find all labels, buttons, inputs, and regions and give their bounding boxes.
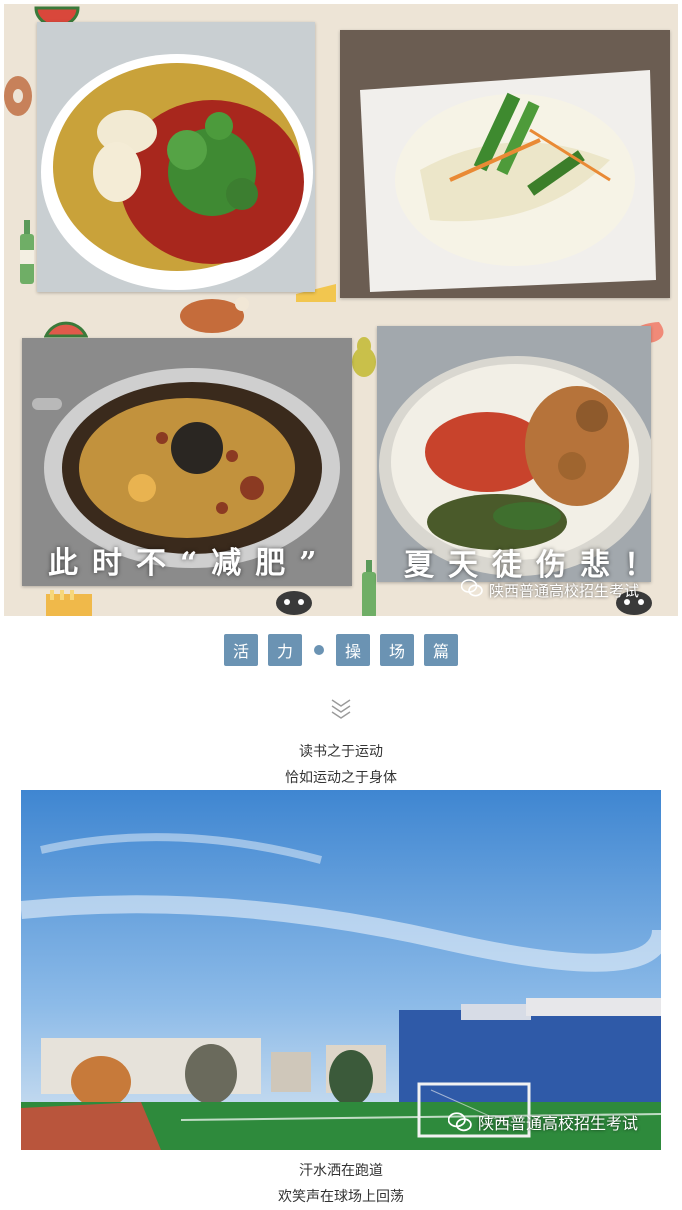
donut-doodle — [4, 74, 38, 122]
outro-line-2: 欢笑声在球场上回荡 — [278, 1189, 404, 1205]
outro-line-1: 汗水洒在跑道 — [299, 1163, 383, 1179]
tab-char-1: 活 — [224, 634, 258, 666]
tab-char-2: 力 — [268, 634, 302, 666]
tab-char-3: 操 — [336, 634, 370, 666]
tab-char-5: 篇 — [424, 634, 458, 666]
noodle-soup-photo — [37, 22, 315, 292]
intro-line-1: 读书之于运动 — [299, 744, 383, 760]
field-watermark: 陕西普通高校招生考试 — [448, 1110, 638, 1134]
section-title-tabs: 活 力 操 场 篇 — [0, 634, 682, 666]
cow-doodle — [274, 590, 314, 616]
food-collage-image: 此时不“减肥” 夏天徒伤悲！ 陕西普通高校招生考试 — [4, 4, 678, 616]
chicken-doodle — [178, 294, 252, 338]
bottle-doodle — [18, 220, 36, 290]
watermark-text: 陕西普通高校招生考试 — [478, 1114, 639, 1133]
collage-caption-right: 夏天徒伤悲！ — [404, 548, 668, 583]
double-chevron-down-icon — [330, 697, 352, 721]
sports-field-photo: 陕西普通高校招生考试 — [21, 790, 661, 1150]
watermelon-doodle — [43, 304, 89, 342]
separator-dot — [314, 645, 324, 655]
watermark-text: 陕西普通高校招生考试 — [489, 581, 640, 600]
bottle-doodle — [360, 560, 378, 616]
article-page: 此时不“减肥” 夏天徒伤悲！ 陕西普通高校招生考试 活 力 操 场 篇 读书之于… — [0, 0, 682, 1210]
cold-noodles-photo — [340, 30, 670, 298]
fries-doodle — [44, 590, 94, 616]
collage-watermark: 陕西普通高校招生考试 — [460, 579, 640, 601]
intro-line-2: 恰如运动之于身体 — [285, 770, 397, 786]
wechat-icon — [460, 579, 483, 601]
wechat-icon — [448, 1112, 472, 1132]
tab-char-4: 场 — [380, 634, 414, 666]
collage-caption-left: 此时不“减肥” — [48, 546, 331, 581]
pear-doodle — [350, 334, 378, 382]
